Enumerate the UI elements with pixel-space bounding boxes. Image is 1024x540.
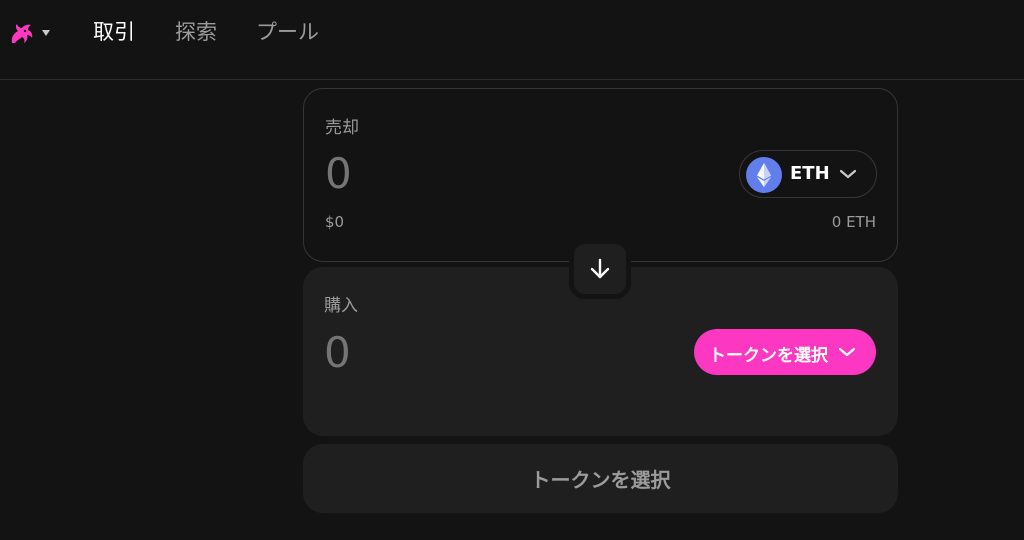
top-nav: 取引 探索 プール: [0, 0, 1024, 80]
sell-usd-value: $0: [325, 213, 345, 231]
buy-amount-input[interactable]: [324, 329, 624, 377]
buy-label: 購入: [324, 296, 358, 316]
sell-token-symbol: ETH: [790, 163, 830, 184]
eth-icon: [746, 157, 782, 193]
select-token-label: トークンを選択: [709, 346, 828, 366]
sell-balance: 0 ETH: [831, 213, 876, 231]
arrow-down-icon: [590, 258, 610, 279]
chevron-down-icon: [838, 347, 856, 357]
sell-panel: 売却 ETH $0 0 ETH: [303, 88, 898, 262]
select-token-action-button[interactable]: トークンを選択: [303, 444, 898, 513]
nav-tab-pool[interactable]: プール: [256, 18, 319, 46]
swap-direction-button[interactable]: [569, 239, 631, 299]
sell-label: 売却: [325, 118, 359, 138]
nav-tab-explore[interactable]: 探索: [175, 18, 217, 46]
sell-amount-input[interactable]: [325, 150, 625, 198]
logo-menu-caret-icon[interactable]: [42, 30, 50, 36]
nav-tab-trade[interactable]: 取引: [93, 18, 135, 46]
chevron-down-icon: [839, 169, 857, 179]
unicorn-logo-icon[interactable]: [8, 21, 36, 47]
sell-token-selector[interactable]: ETH: [739, 150, 877, 198]
select-token-button[interactable]: トークンを選択: [694, 329, 876, 375]
